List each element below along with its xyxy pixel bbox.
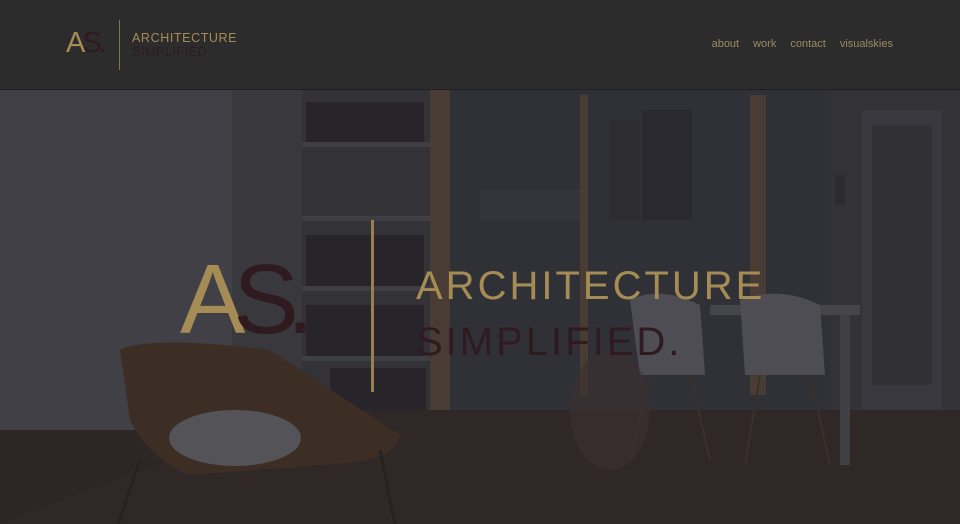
hero-wordmark: ARCHITECTURE SIMPLIFIED. bbox=[416, 258, 765, 370]
nav-link-contact[interactable]: contact bbox=[790, 38, 825, 50]
logo-wordmark-line2: SIMPLIFIED. bbox=[132, 45, 212, 59]
logo-monogram-s: S bbox=[82, 27, 101, 59]
logo-monogram-dot: . bbox=[98, 27, 107, 59]
hero-wordmark-line2: SIMPLIFIED. bbox=[416, 320, 683, 364]
site-header: AS. ARCHITECTURE SIMPLIFIED. about work … bbox=[0, 0, 960, 90]
hero-logo: AS. ARCHITECTURE SIMPLIFIED. bbox=[180, 220, 800, 400]
nav-link-work[interactable]: work bbox=[753, 38, 776, 50]
site-logo[interactable]: AS. ARCHITECTURE SIMPLIFIED. bbox=[66, 20, 246, 70]
logo-wordmark: ARCHITECTURE SIMPLIFIED. bbox=[132, 31, 237, 59]
logo-divider bbox=[119, 20, 120, 70]
nav-link-about[interactable]: about bbox=[712, 38, 740, 50]
hero-monogram-s: S bbox=[233, 244, 298, 354]
logo-monogram: AS. bbox=[66, 27, 107, 59]
hero-monogram-dot: . bbox=[286, 244, 314, 354]
hero-wordmark-line1: ARCHITECTURE bbox=[416, 264, 766, 308]
hero-logo-divider bbox=[371, 220, 374, 392]
main-nav: about work contact visualskies bbox=[712, 38, 893, 50]
hero-monogram-a: A bbox=[180, 244, 245, 354]
logo-wordmark-line1: ARCHITECTURE bbox=[132, 31, 238, 45]
logo-monogram-a: A bbox=[66, 27, 85, 59]
nav-link-visualskies[interactable]: visualskies bbox=[840, 38, 893, 50]
hero-monogram: AS. bbox=[180, 250, 314, 348]
hero-banner: AS. ARCHITECTURE SIMPLIFIED. bbox=[0, 90, 960, 524]
